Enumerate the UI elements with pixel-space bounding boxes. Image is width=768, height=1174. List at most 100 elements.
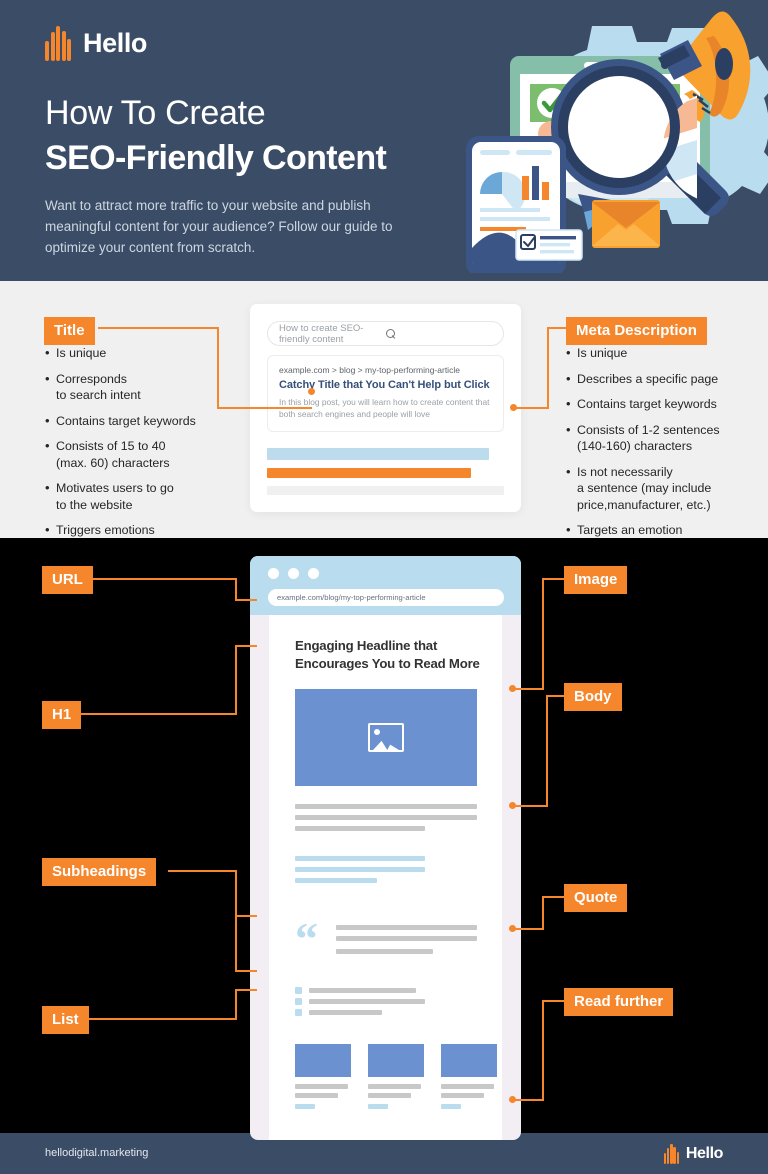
- label-quote: Quote: [564, 884, 628, 913]
- hero-subtitle: Want to attract more traffic to your web…: [45, 198, 393, 255]
- related-card-line: [368, 1084, 421, 1089]
- connector-dot-body: [509, 802, 516, 809]
- connector-url-h1: [90, 578, 237, 580]
- connector-readfurther-v: [542, 1000, 544, 1100]
- brand-name: Hello: [83, 28, 148, 58]
- connector-image-h1: [542, 578, 566, 580]
- search-query-text: How to create SEO-friendly content: [279, 322, 364, 345]
- label-read-further: Read further: [564, 988, 674, 1017]
- brand-logo: Hello: [45, 26, 147, 61]
- connector-list-v: [235, 989, 237, 1019]
- page-title-line2: SEO-Friendly Content: [45, 139, 387, 177]
- connector-body-h2: [512, 805, 548, 807]
- connector-h1-h2: [235, 645, 257, 647]
- connector-quote-h2: [512, 928, 544, 930]
- connector-dot-quote: [509, 925, 516, 932]
- quote-line: [336, 936, 477, 941]
- connector-dot-title: [308, 388, 315, 395]
- bars-logo-icon: [663, 1144, 680, 1164]
- related-card-image: [441, 1044, 497, 1077]
- list-item: Targets an emotion: [566, 521, 761, 539]
- article-headline: Engaging Headline that Encourages You to…: [295, 637, 485, 673]
- connector-body-h1: [546, 695, 566, 697]
- list-item: Consists of 1-2 sentences (140-160) char…: [566, 421, 761, 455]
- footer-brand-name: Hello: [685, 1145, 724, 1162]
- list-bullet: [295, 998, 302, 1005]
- infographic-page: Hello How To Create SEO-Friendly Content…: [0, 0, 768, 1174]
- quote-line: [336, 949, 433, 954]
- list-line: [309, 1010, 382, 1015]
- label-title: Title: [44, 317, 95, 346]
- list-item: Is unique: [566, 344, 761, 362]
- headline-line1: Engaging Headline that: [295, 638, 438, 653]
- connector-subheadings-branch2: [235, 970, 257, 972]
- connector-h1-v: [235, 645, 237, 714]
- list-item: Contains target keywords: [566, 395, 761, 413]
- list-item: Is not necessarily a sentence (may inclu…: [566, 463, 761, 514]
- connector-subheadings-branch1: [235, 915, 257, 917]
- list-bullet: [295, 987, 302, 994]
- related-card-line: [295, 1084, 348, 1089]
- page-title-line1: How To Create: [45, 94, 266, 132]
- browser-mockup: example.com/blog/my-top-performing-artic…: [250, 556, 521, 1140]
- connector-subheadings-v2: [235, 915, 237, 971]
- connector-quote-h1: [542, 896, 566, 898]
- connector-image-h2: [512, 688, 544, 690]
- related-card-link[interactable]: [368, 1104, 388, 1109]
- related-card-line: [295, 1093, 338, 1098]
- related-card-line: [368, 1093, 411, 1098]
- label-body: Body: [564, 683, 622, 712]
- label-list: List: [42, 1006, 89, 1035]
- connector-h1-h1: [75, 713, 237, 715]
- body-line: [295, 804, 477, 809]
- connector-dot-image: [509, 685, 516, 692]
- footer-website[interactable]: hellodigital.marketing: [45, 1147, 148, 1159]
- browser-chrome: example.com/blog/my-top-performing-artic…: [250, 556, 521, 615]
- search-input[interactable]: How to create SEO-friendly content: [267, 321, 504, 346]
- image-placeholder-icon: [368, 723, 404, 752]
- connector-body-v: [546, 695, 548, 806]
- connector-meta-v: [547, 327, 549, 408]
- related-card-link[interactable]: [295, 1104, 315, 1109]
- connector-title-h1: [98, 327, 218, 329]
- connector-url-v: [235, 578, 237, 600]
- connector-dot-meta: [510, 404, 517, 411]
- connector-title-h2: [217, 407, 312, 409]
- window-controls: [268, 568, 319, 579]
- list-line: [309, 999, 425, 1004]
- article-page: Engaging Headline that Encourages You to…: [269, 615, 502, 1140]
- connector-url-h2: [235, 599, 257, 601]
- body-line: [295, 826, 425, 831]
- list-item: Describes a specific page: [566, 370, 761, 388]
- list-line: [309, 988, 416, 993]
- address-bar[interactable]: example.com/blog/my-top-performing-artic…: [268, 589, 504, 606]
- connector-subheadings-h1: [168, 870, 237, 872]
- label-image: Image: [564, 566, 628, 595]
- bars-logo-icon: [45, 26, 72, 61]
- label-h1: H1: [42, 701, 82, 730]
- placeholder-bar-orange: [267, 468, 471, 478]
- body-line: [295, 815, 477, 820]
- list-item: Is unique: [45, 344, 245, 362]
- quote-line: [336, 925, 477, 930]
- connector-list-h1: [88, 1018, 237, 1020]
- address-bar-text: example.com/blog/my-top-performing-artic…: [277, 593, 426, 602]
- label-meta-description: Meta Description: [566, 317, 707, 346]
- list-bullet: [295, 1009, 302, 1016]
- related-card-link[interactable]: [441, 1104, 461, 1109]
- seo-gear-magnifier-megaphone-illustration: [452, 8, 768, 273]
- list-item: Contains target keywords: [45, 412, 245, 430]
- related-card-image: [295, 1044, 351, 1077]
- search-icon[interactable]: [385, 328, 493, 339]
- related-card-line: [441, 1093, 484, 1098]
- connector-title-v: [217, 327, 219, 408]
- list-item: Corresponds to search intent: [45, 370, 245, 404]
- related-card-image: [368, 1044, 424, 1077]
- serp-result: example.com > blog > my-top-performing-a…: [267, 355, 504, 432]
- title-bullet-list: Is unique Corresponds to search intent C…: [45, 344, 245, 548]
- hero-section: Hello How To Create SEO-Friendly Content…: [0, 0, 768, 281]
- subheading-line: [295, 856, 425, 861]
- list-item: Consists of 15 to 40 (max. 60) character…: [45, 437, 245, 471]
- headline-line2: Encourages You to Read More: [295, 656, 480, 672]
- connector-readfurther-h2: [512, 1099, 544, 1101]
